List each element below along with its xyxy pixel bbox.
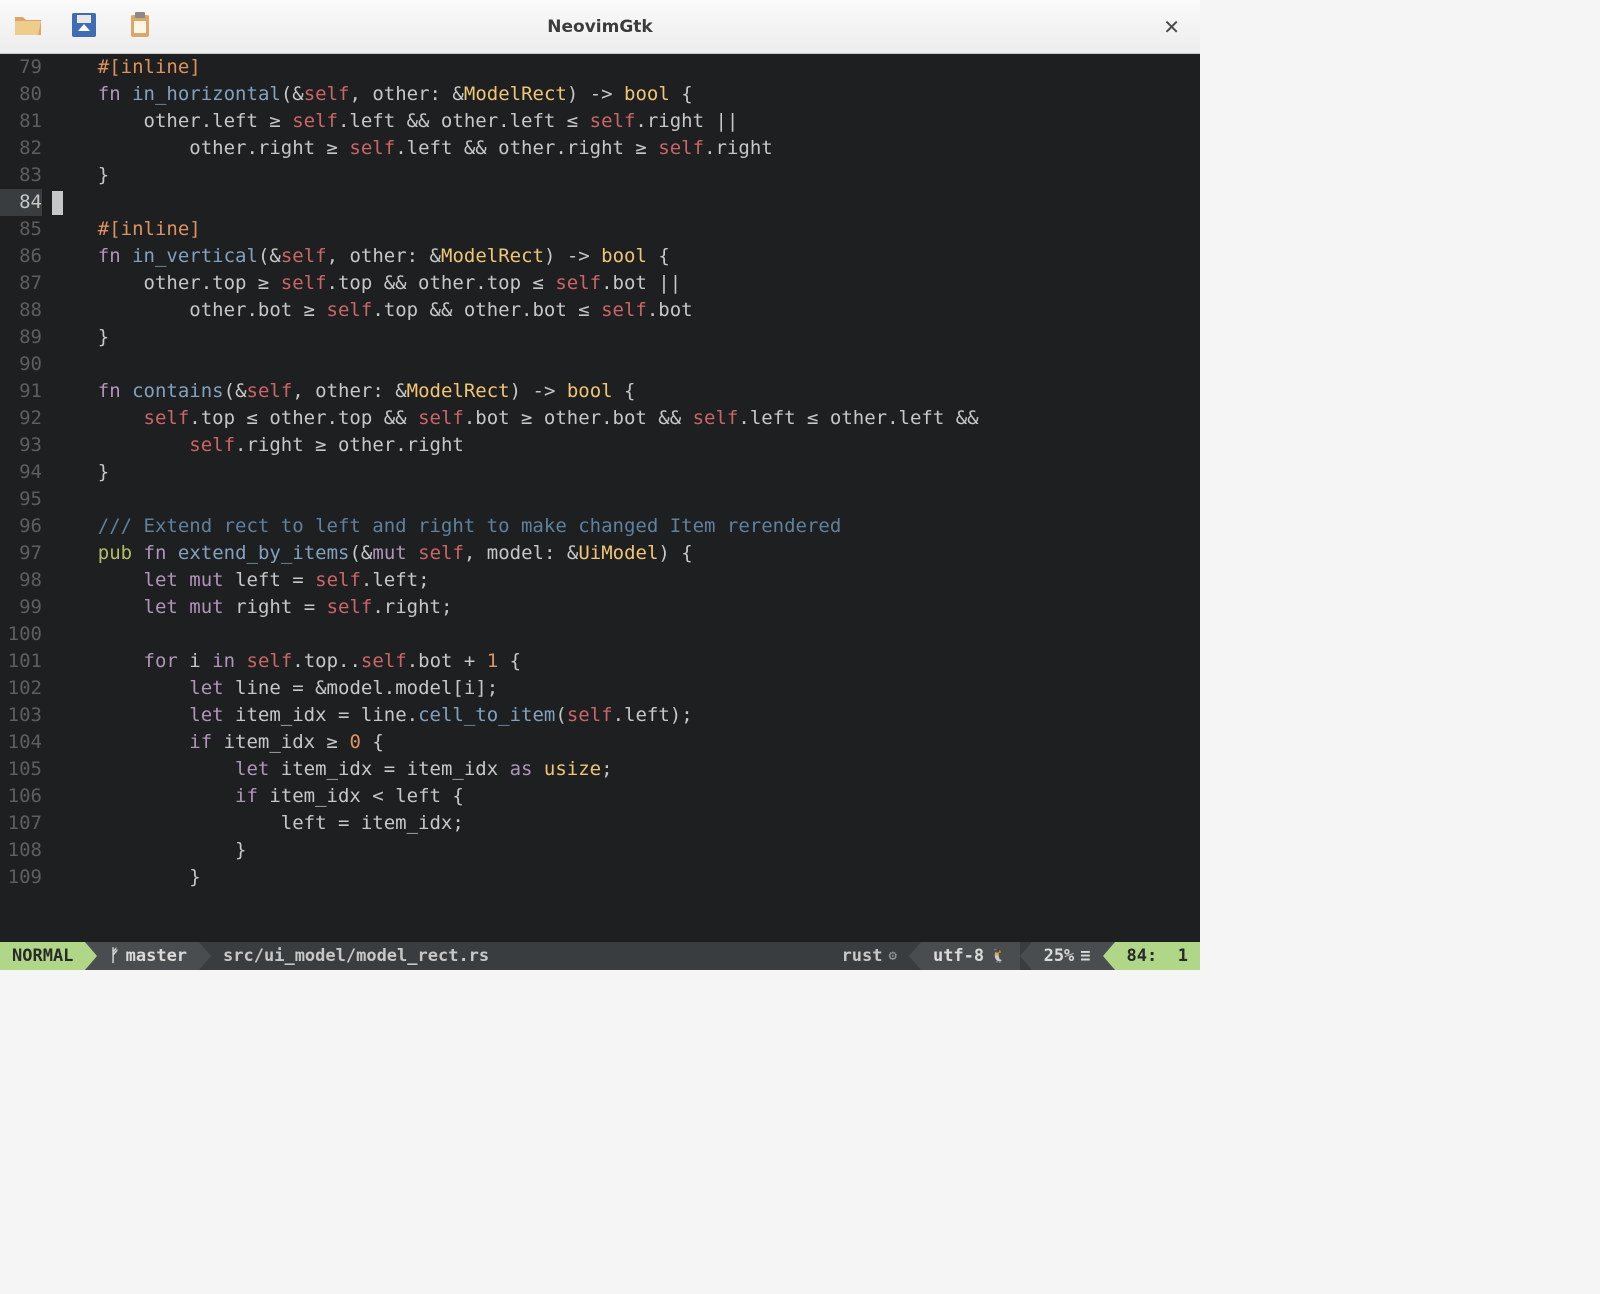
- code-line[interactable]: [52, 189, 1200, 216]
- line-number: 89: [0, 324, 42, 351]
- open-folder-icon[interactable]: [12, 9, 44, 45]
- filetype: rust⚙: [830, 942, 909, 970]
- line-number: 92: [0, 405, 42, 432]
- code-line[interactable]: }: [52, 459, 1200, 486]
- code-line[interactable]: fn in_horizontal(&self, other: &ModelRec…: [52, 81, 1200, 108]
- mode-indicator: NORMAL: [0, 942, 85, 970]
- line-number: 80: [0, 81, 42, 108]
- line-number: 83: [0, 162, 42, 189]
- code-line[interactable]: other.top ≥ self.top && other.top ≤ self…: [52, 270, 1200, 297]
- code-line[interactable]: #[inline]: [52, 216, 1200, 243]
- code-line[interactable]: let mut left = self.left;: [52, 567, 1200, 594]
- code-line[interactable]: }: [52, 162, 1200, 189]
- code-line[interactable]: }: [52, 324, 1200, 351]
- code-line[interactable]: other.right ≥ self.left && other.right ≥…: [52, 135, 1200, 162]
- code-line[interactable]: self.right ≥ other.right: [52, 432, 1200, 459]
- code-line[interactable]: }: [52, 837, 1200, 864]
- line-number: 86: [0, 243, 42, 270]
- code-line[interactable]: [52, 351, 1200, 378]
- code-line[interactable]: self.top ≤ other.top && self.bot ≥ other…: [52, 405, 1200, 432]
- close-icon[interactable]: ✕: [1155, 11, 1188, 43]
- line-number: 105: [0, 756, 42, 783]
- code-line[interactable]: let line = &model.model[i];: [52, 675, 1200, 702]
- line-number: 98: [0, 567, 42, 594]
- save-icon[interactable]: [68, 9, 100, 45]
- statusline: NORMAL ᚠmaster src/ui_model/model_rect.r…: [0, 942, 1200, 970]
- line-number: 87: [0, 270, 42, 297]
- code-line[interactable]: if item_idx < left {: [52, 783, 1200, 810]
- cursor-position: 84: 1: [1115, 942, 1200, 970]
- line-number: 108: [0, 837, 42, 864]
- line-number: 94: [0, 459, 42, 486]
- file-path: src/ui_model/model_rect.rs: [211, 942, 501, 970]
- line-number: 101: [0, 648, 42, 675]
- git-branch: ᚠmaster: [97, 942, 199, 970]
- line-number-gutter: 7980818283848586878889909192939495969798…: [0, 54, 48, 942]
- separator-icon: [1103, 942, 1115, 970]
- line-number: 99: [0, 594, 42, 621]
- line-number: 107: [0, 810, 42, 837]
- line-number: 90: [0, 351, 42, 378]
- line-number: 109: [0, 864, 42, 891]
- line-number: 106: [0, 783, 42, 810]
- code-line[interactable]: [52, 621, 1200, 648]
- code-line[interactable]: let item_idx = item_idx as usize;: [52, 756, 1200, 783]
- editor[interactable]: 7980818283848586878889909192939495969798…: [0, 54, 1200, 942]
- separator-icon: [85, 942, 97, 970]
- encoding: utf-8🐧: [921, 942, 1020, 970]
- code-line[interactable]: fn in_vertical(&self, other: &ModelRect)…: [52, 243, 1200, 270]
- code-line[interactable]: /// Extend rect to left and right to mak…: [52, 513, 1200, 540]
- line-number: 85: [0, 216, 42, 243]
- code-line[interactable]: other.bot ≥ self.top && other.bot ≤ self…: [52, 297, 1200, 324]
- line-number: 88: [0, 297, 42, 324]
- code-area[interactable]: #[inline] fn in_horizontal(&self, other:…: [48, 54, 1200, 942]
- line-number: 82: [0, 135, 42, 162]
- separator-icon: [1020, 942, 1032, 970]
- line-number: 79: [0, 54, 42, 81]
- code-line[interactable]: other.left ≥ self.left && other.left ≤ s…: [52, 108, 1200, 135]
- code-line[interactable]: #[inline]: [52, 54, 1200, 81]
- separator-icon: [909, 942, 921, 970]
- code-line[interactable]: pub fn extend_by_items(&mut self, model:…: [52, 540, 1200, 567]
- code-line[interactable]: let item_idx = line.cell_to_item(self.le…: [52, 702, 1200, 729]
- statusline-spacer: [501, 942, 829, 970]
- line-number: 84: [0, 189, 42, 216]
- code-line[interactable]: if item_idx ≥ 0 {: [52, 729, 1200, 756]
- line-number: 93: [0, 432, 42, 459]
- line-number: 95: [0, 486, 42, 513]
- scroll-percent: 25%≡: [1032, 942, 1103, 970]
- window-title: NeovimGtk: [547, 17, 652, 37]
- toolbar: [12, 9, 156, 45]
- line-number: 100: [0, 621, 42, 648]
- code-line[interactable]: for i in self.top..self.bot + 1 {: [52, 648, 1200, 675]
- line-number: 91: [0, 378, 42, 405]
- line-number: 97: [0, 540, 42, 567]
- titlebar: NeovimGtk ✕: [0, 0, 1200, 54]
- code-line[interactable]: }: [52, 864, 1200, 891]
- line-number: 81: [0, 108, 42, 135]
- code-line[interactable]: left = item_idx;: [52, 810, 1200, 837]
- separator-icon: [199, 942, 211, 970]
- paste-icon[interactable]: [124, 9, 156, 45]
- code-line[interactable]: [52, 486, 1200, 513]
- code-line[interactable]: fn contains(&self, other: &ModelRect) ->…: [52, 378, 1200, 405]
- line-number: 103: [0, 702, 42, 729]
- line-number: 96: [0, 513, 42, 540]
- code-line[interactable]: let mut right = self.right;: [52, 594, 1200, 621]
- line-number: 102: [0, 675, 42, 702]
- line-number: 104: [0, 729, 42, 756]
